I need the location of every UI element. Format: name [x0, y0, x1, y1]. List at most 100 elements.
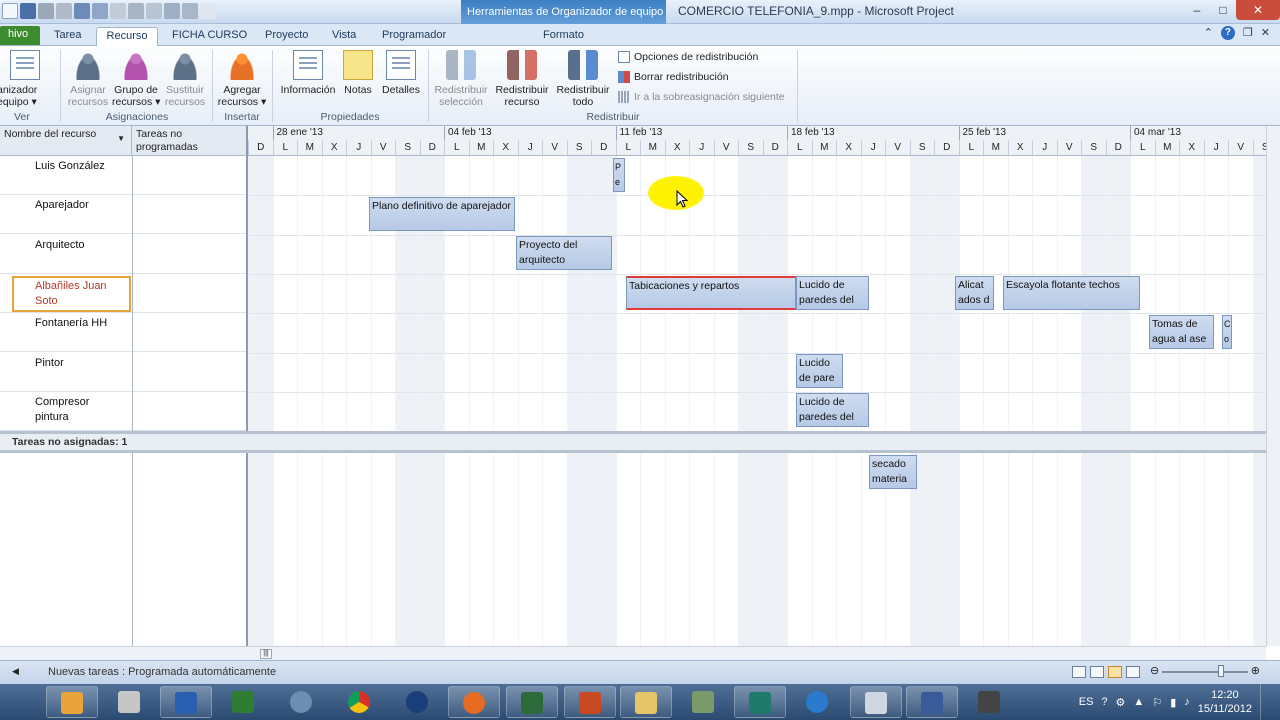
tab-vista[interactable]: Vista — [326, 27, 362, 46]
unassigned-task-bar[interactable]: secado materia — [869, 455, 917, 489]
tab-proyecto[interactable]: Proyecto — [259, 27, 314, 46]
resource-row[interactable]: Compresor pintura — [0, 392, 248, 431]
google-earth-taskbar-icon[interactable] — [392, 686, 444, 718]
zoom-out-icon[interactable]: ⊖ — [1150, 664, 1159, 677]
task-bar[interactable]: Lucido de paredes del — [796, 276, 869, 310]
task-usage-icon[interactable] — [1090, 666, 1104, 678]
borrar-redistribucion-command[interactable]: Borrar redistribución — [618, 71, 729, 83]
task-bar[interactable]: Tabicaciones y repartos — [626, 276, 796, 310]
resource-row[interactable]: Arquitecto — [0, 235, 248, 274]
sustituir-recursos-button[interactable]: Sustituir recursos — [162, 50, 208, 108]
resource-name[interactable]: Compresor pintura — [12, 394, 131, 430]
chart-icon[interactable] — [164, 3, 180, 19]
siguiente-sobreasignacion-command[interactable]: Ir a la sobreasignación siguiente — [618, 91, 785, 103]
tab-programador[interactable]: Programador — [376, 27, 452, 46]
app-taskbar-icon[interactable] — [276, 686, 328, 718]
task-bar[interactable]: Alicat ados d — [955, 276, 994, 310]
task-bar[interactable]: Escayola flotante techos — [1003, 276, 1140, 310]
volume-tray-icon[interactable]: ♪ — [1184, 696, 1190, 708]
resource-row[interactable]: Pintor — [0, 353, 248, 392]
tab-formato[interactable]: Formato — [537, 27, 590, 46]
checklist-icon[interactable] — [110, 3, 126, 19]
task-bar[interactable]: P e — [613, 158, 625, 192]
minimize-ribbon-icon[interactable]: ⌃ — [1204, 26, 1213, 40]
minimize-icon[interactable]: – — [1184, 0, 1210, 20]
explorer-taskbar-icon[interactable] — [104, 686, 156, 718]
restore-icon[interactable]: ❐ — [1243, 26, 1253, 40]
resource-sheet-icon[interactable] — [1126, 666, 1140, 678]
zoom-in-icon[interactable]: ⊕ — [1251, 664, 1260, 677]
zoom-slider[interactable]: ⊖ ⊕ — [1150, 664, 1260, 677]
grupo-recursos-button[interactable]: Grupo de recursos ▾ — [112, 50, 160, 108]
left-pane-scrollbar[interactable] — [0, 646, 248, 660]
help-tray-icon[interactable]: ? — [1101, 696, 1107, 708]
show-hidden-icons[interactable]: ▲ — [1133, 696, 1144, 708]
grid-icon[interactable] — [128, 3, 144, 19]
task-bar[interactable]: Tomas de agua al ase — [1149, 315, 1214, 349]
task-bar[interactable]: Proyecto del arquitecto — [516, 236, 612, 270]
customize-qat-icon[interactable] — [200, 3, 216, 19]
task-bar[interactable]: C o — [1222, 315, 1232, 349]
notepad-taskbar-icon[interactable] — [850, 686, 902, 718]
horizontal-scrollbar[interactable]: ||| — [248, 646, 1266, 660]
informacion-button[interactable]: Información — [277, 50, 339, 96]
folder-taskbar-icon[interactable] — [620, 686, 672, 718]
resource-row[interactable]: Aparejador — [0, 195, 248, 235]
team-planner-view-icon[interactable] — [1108, 666, 1122, 678]
detalles-button[interactable]: Detalles — [378, 50, 424, 96]
column-header-unscheduled[interactable]: Tareas no programadas — [132, 126, 248, 156]
task-bar[interactable]: Plano definitivo de aparejador — [369, 197, 515, 231]
redistribuir-todo-button[interactable]: Redistribuir todo — [554, 50, 612, 108]
internet-explorer-taskbar-icon[interactable] — [792, 686, 844, 718]
outlook-taskbar-icon[interactable] — [46, 686, 98, 718]
vertical-scrollbar[interactable] — [1266, 126, 1280, 646]
status-arrow-icon[interactable]: ◀ — [12, 666, 19, 677]
show-desktop-button[interactable] — [1260, 684, 1272, 720]
unassigned-tasks-header[interactable]: Tareas no asignadas: 1 — [0, 431, 1266, 453]
close-icon[interactable]: ✕ — [1236, 0, 1280, 20]
resource-row[interactable]: Fontanería HH — [0, 313, 248, 353]
agregar-recursos-button[interactable]: Agregar recursos ▾ — [216, 50, 268, 108]
opciones-redistribucion-command[interactable]: Opciones de redistribución — [618, 51, 758, 63]
resource-row[interactable]: Luis González — [0, 156, 248, 195]
print-icon[interactable] — [38, 3, 54, 19]
help-icon[interactable]: ? — [1220, 26, 1235, 40]
task-bar[interactable]: Lucido de paredes del — [796, 393, 869, 427]
resource-name[interactable]: Arquitecto — [12, 237, 131, 273]
gantt-view-icon[interactable] — [1072, 666, 1086, 678]
excel-taskbar-icon[interactable] — [218, 686, 270, 718]
firefox-taskbar-icon[interactable] — [448, 686, 500, 718]
project-taskbar-icon[interactable] — [506, 686, 558, 718]
column-header-resource-name[interactable]: Nombre del recurso ▼ — [0, 126, 132, 156]
tab-ficha-curso[interactable]: FICHA CURSO — [166, 27, 253, 46]
notas-button[interactable]: Notas — [342, 50, 374, 96]
tool-taskbar-icon[interactable] — [964, 686, 1016, 718]
redo-icon[interactable] — [92, 3, 108, 19]
tools-icon[interactable] — [56, 3, 72, 19]
save-icon[interactable] — [20, 3, 36, 19]
powerpoint-taskbar-icon[interactable] — [564, 686, 616, 718]
zoom-thumb[interactable] — [1218, 665, 1224, 677]
new-tasks-mode[interactable]: Nuevas tareas : Programada automáticamen… — [48, 666, 276, 678]
book-taskbar-icon[interactable] — [906, 686, 958, 718]
money-taskbar-icon[interactable] — [678, 686, 730, 718]
team-icon[interactable] — [182, 3, 198, 19]
settings-tray-icon[interactable]: ⚙ — [1116, 696, 1126, 709]
undo-icon[interactable] — [74, 3, 90, 19]
redistribuir-seleccion-button[interactable]: Redistribuir selección — [432, 50, 490, 108]
resource-row[interactable]: Albañiles Juan Soto — [0, 274, 248, 313]
scroll-thumb[interactable]: ||| — [260, 649, 272, 659]
organizador-equipo-button[interactable]: anizador equipo ▾ — [0, 50, 58, 108]
table-icon[interactable] — [146, 3, 162, 19]
doc-close-icon[interactable]: ✕ — [1261, 26, 1270, 40]
chrome-taskbar-icon[interactable] — [334, 686, 386, 718]
tab-tarea[interactable]: Tarea — [48, 27, 88, 46]
language-indicator[interactable]: ES — [1079, 696, 1094, 708]
resource-name[interactable]: Pintor — [12, 355, 131, 391]
publisher-taskbar-icon[interactable] — [734, 686, 786, 718]
clock[interactable]: 12:20 15/11/2012 — [1198, 688, 1252, 716]
task-bar[interactable]: Lucido de pare — [796, 354, 843, 388]
tab-archivo[interactable]: hivo — [0, 26, 40, 45]
resource-name[interactable]: Aparejador — [12, 197, 131, 233]
word-taskbar-icon[interactable] — [160, 686, 212, 718]
